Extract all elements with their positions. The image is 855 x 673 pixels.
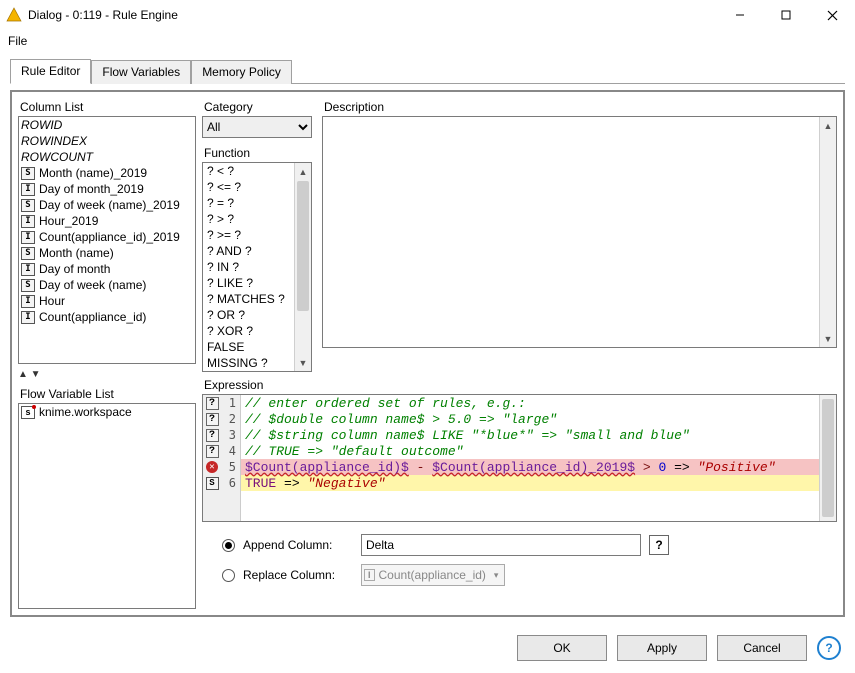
app-icon (6, 7, 22, 23)
hint-icon: ? (203, 429, 221, 442)
cancel-button[interactable]: Cancel (717, 635, 807, 661)
category-select[interactable]: All (202, 116, 312, 138)
scrollbar[interactable]: ▲ ▼ (819, 117, 836, 347)
scroll-down-icon[interactable]: ▼ (820, 330, 836, 347)
help-icon[interactable]: ? (649, 535, 669, 555)
scroll-thumb[interactable] (822, 399, 834, 517)
list-item: ? >= ? (203, 227, 294, 243)
menu-file[interactable]: File (8, 34, 27, 48)
list-item: ? MATCHES ? (203, 291, 294, 307)
scroll-down-icon[interactable]: ▼ (295, 354, 311, 371)
list-item: SDay of week (name) (19, 277, 195, 293)
string-type-icon: s (21, 406, 35, 419)
splitter-handle[interactable]: ▲ ▼ (18, 368, 196, 381)
column-list-label: Column List (18, 98, 196, 116)
replace-column-label: Replace Column: (243, 568, 353, 582)
window-buttons (717, 0, 855, 30)
dialog-buttons: OK Apply Cancel ? (0, 625, 855, 673)
tabs: Rule Editor Flow Variables Memory Policy (10, 58, 845, 84)
minimize-button[interactable] (717, 0, 763, 30)
list-item: ? LIKE ? (203, 275, 294, 291)
ok-button[interactable]: OK (517, 635, 607, 661)
apply-button[interactable]: Apply (617, 635, 707, 661)
close-button[interactable] (809, 0, 855, 30)
window-title: Dialog - 0:119 - Rule Engine (28, 8, 717, 22)
scrollbar[interactable]: ▲ ▼ (294, 163, 311, 371)
tab-memory-policy[interactable]: Memory Policy (191, 60, 292, 84)
flow-variable-list-label: Flow Variable List (18, 385, 196, 403)
code-area[interactable]: // enter ordered set of rules, e.g.: // … (241, 395, 836, 521)
list-item: SMonth (name) (19, 245, 195, 261)
function-label: Function (202, 144, 312, 162)
list-item: ? > ? (203, 211, 294, 227)
column-list[interactable]: ROWID ROWINDEX ROWCOUNT SMonth (name)_20… (18, 116, 196, 364)
append-column-radio[interactable] (222, 539, 235, 552)
chevron-down-icon: ▾ (490, 570, 503, 581)
hint-icon: ? (203, 413, 221, 426)
category-label: Category (202, 98, 312, 116)
replace-column-select[interactable]: I Count(appliance_id) ▾ (361, 564, 505, 586)
error-icon: ✕ (203, 461, 221, 473)
list-item: ROWCOUNT (19, 149, 195, 165)
description-label: Description (322, 98, 837, 116)
description-area: ▲ ▼ (322, 116, 837, 348)
scroll-thumb[interactable] (297, 181, 309, 311)
list-item: IDay of month (19, 261, 195, 277)
list-item: ? AND ? (203, 243, 294, 259)
list-item: ICount(appliance_id) (19, 309, 195, 325)
expression-editor[interactable]: ?1 ?2 ?3 ?4 ✕5 S6 // enter ordered set o… (202, 394, 837, 522)
list-item: ? <= ? (203, 179, 294, 195)
list-item: ? = ? (203, 195, 294, 211)
flow-variable-list[interactable]: s knime.workspace (18, 403, 196, 609)
list-item: ROWINDEX (19, 133, 195, 149)
menubar: File (0, 30, 855, 52)
list-item: MISSING ? (203, 355, 294, 371)
append-column-input[interactable] (361, 534, 641, 556)
int-type-icon: I (364, 569, 375, 581)
string-icon: S (203, 477, 221, 490)
function-list[interactable]: ? < ? ? <= ? ? = ? ? > ? ? >= ? ? AND ? … (202, 162, 312, 372)
list-item: ROWID (19, 117, 195, 133)
list-item: SDay of week (name)_2019 (19, 197, 195, 213)
replace-column-radio[interactable] (222, 569, 235, 582)
titlebar: Dialog - 0:119 - Rule Engine (0, 0, 855, 30)
list-item: ? IN ? (203, 259, 294, 275)
list-item: IHour (19, 293, 195, 309)
scrollbar[interactable] (819, 395, 836, 521)
editor-gutter: ?1 ?2 ?3 ?4 ✕5 S6 (203, 395, 241, 521)
rule-editor-panel: Column List ROWID ROWINDEX ROWCOUNT SMon… (10, 90, 845, 617)
list-item: ? OR ? (203, 307, 294, 323)
append-column-label: Append Column: (243, 538, 353, 552)
help-button[interactable]: ? (817, 636, 841, 660)
tab-rule-editor[interactable]: Rule Editor (10, 59, 91, 84)
list-item: ? XOR ? (203, 323, 294, 339)
list-item: IDay of month_2019 (19, 181, 195, 197)
expression-label: Expression (202, 376, 837, 394)
maximize-button[interactable] (763, 0, 809, 30)
dialog-window: Dialog - 0:119 - Rule Engine File Rule E… (0, 0, 855, 673)
list-item: ? < ? (203, 163, 294, 179)
list-item: s knime.workspace (19, 404, 195, 420)
tab-flow-variables[interactable]: Flow Variables (91, 60, 191, 84)
scroll-up-icon[interactable]: ▲ (820, 117, 836, 134)
hint-icon: ? (203, 397, 221, 410)
scroll-up-icon[interactable]: ▲ (295, 163, 311, 180)
list-item: SMonth (name)_2019 (19, 165, 195, 181)
list-item: ICount(appliance_id)_2019 (19, 229, 195, 245)
list-item: IHour_2019 (19, 213, 195, 229)
list-item: FALSE (203, 339, 294, 355)
hint-icon: ? (203, 445, 221, 458)
output-options: Append Column: ? Replace Column: I Count… (202, 526, 837, 590)
